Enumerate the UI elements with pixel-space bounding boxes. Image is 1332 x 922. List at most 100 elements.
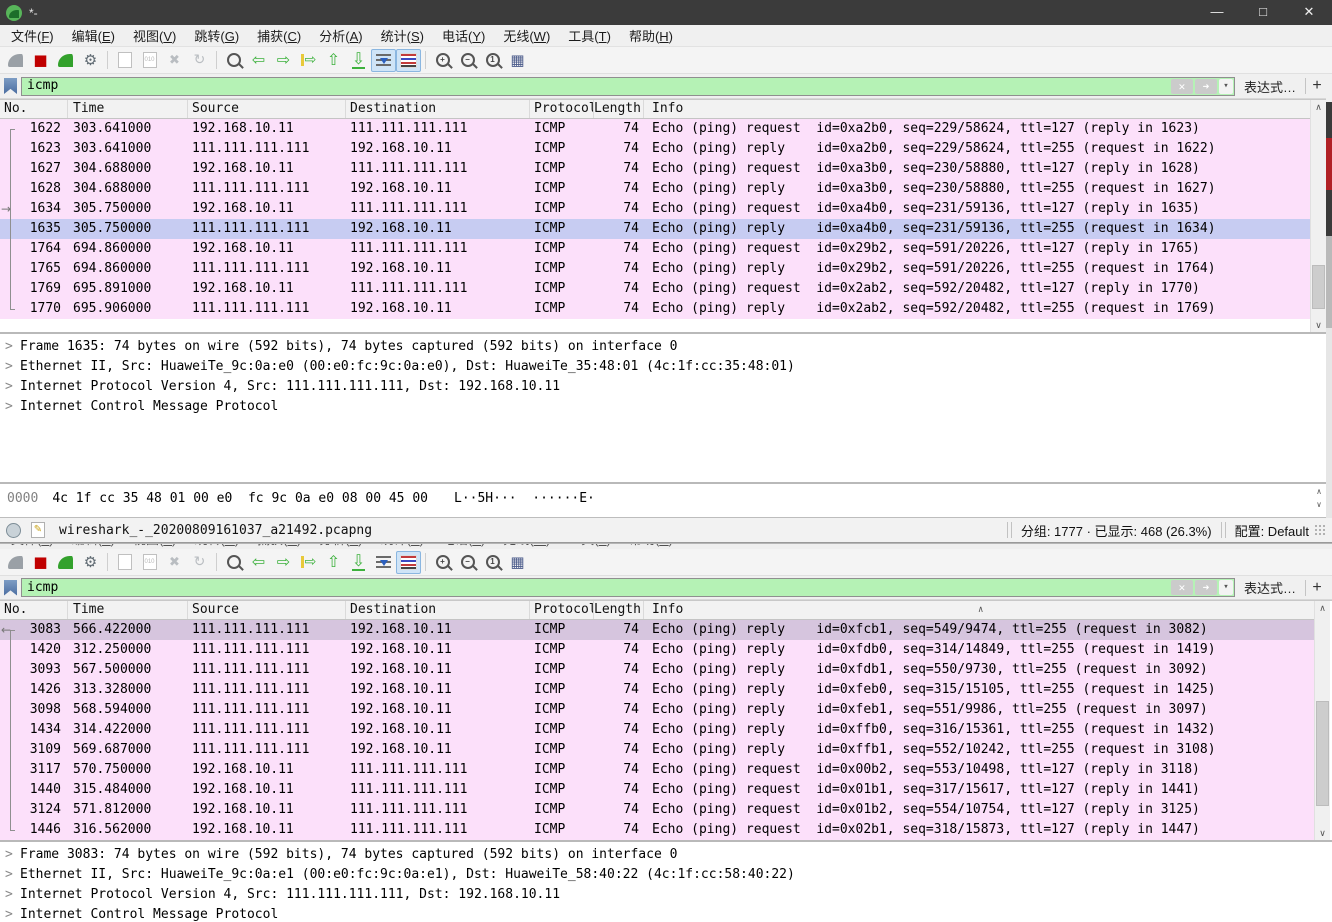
restart-capture-button[interactable] bbox=[53, 551, 78, 574]
packet-row[interactable]: 1627 304.688000 192.168.10.11 111.111.111.1… bbox=[0, 159, 1311, 179]
detail-row[interactable]: > Internet Control Message Protocol bbox=[0, 905, 1332, 922]
go-to-packet-button[interactable]: ⇨ bbox=[296, 49, 321, 72]
capture-status-icon[interactable] bbox=[6, 522, 21, 538]
colorize-button[interactable] bbox=[396, 48, 421, 72]
resize-columns-button[interactable]: ▦ bbox=[505, 551, 530, 574]
last-packet-button[interactable]: ⇩ bbox=[346, 551, 371, 574]
packet-row[interactable]: 1623 303.641000 111.111.111.111 192.168.10.… bbox=[0, 139, 1311, 159]
column-header-length[interactable]: Length bbox=[594, 601, 644, 619]
filter-history-dropdown[interactable]: ▾ bbox=[1218, 580, 1233, 595]
column-header-no[interactable]: No. bbox=[0, 601, 68, 619]
packet-row[interactable]: 1622 303.641000 192.168.10.11 111.111.111.1… bbox=[0, 119, 1311, 139]
packet-row[interactable]: 1635 305.750000 111.111.111.111 192.168.10.… bbox=[0, 219, 1311, 239]
expression-button[interactable]: 表达式… bbox=[1235, 77, 1305, 96]
next-packet-button[interactable]: ⇨ bbox=[271, 49, 296, 72]
find-packet-button[interactable] bbox=[221, 551, 246, 574]
zoom-in-button[interactable]: + bbox=[430, 49, 455, 72]
zoom-reset-button[interactable]: 1 bbox=[480, 49, 505, 72]
expand-arrow-icon[interactable]: > bbox=[5, 845, 20, 865]
hex-scrollbar[interactable]: ∧ ∨ bbox=[1312, 485, 1326, 511]
menu-item-4[interactable]: 捕获(C) bbox=[248, 24, 310, 47]
detail-row[interactable]: > Ethernet II, Src: HuaweiTe_9c:0a:e1 (00… bbox=[0, 865, 1332, 885]
packet-row[interactable]: 1628 304.688000 111.111.111.111 192.168.10.… bbox=[0, 179, 1311, 199]
start-capture-button[interactable] bbox=[3, 551, 28, 574]
close-file-button[interactable]: ✖ bbox=[162, 49, 187, 72]
save-file-button[interactable]: 010 bbox=[137, 551, 162, 574]
auto-scroll-button[interactable] bbox=[371, 551, 396, 574]
packet-row[interactable]: 1634 305.750000 192.168.10.11 111.111.111.1… bbox=[0, 199, 1311, 219]
zoom-out-button[interactable]: − bbox=[455, 551, 480, 574]
packet-row[interactable]: 3098 568.594000 111.111.111.111 192.168.10.… bbox=[0, 700, 1315, 720]
packet-row[interactable]: 1770 695.906000 111.111.111.111 192.168.10.… bbox=[0, 299, 1311, 319]
next-packet-button[interactable]: ⇨ bbox=[271, 551, 296, 574]
menu-item-7[interactable]: 电话(Y) bbox=[433, 24, 494, 47]
detail-row[interactable]: > Frame 1635: 74 bytes on wire (592 bits)… bbox=[0, 337, 1332, 357]
column-header-source[interactable]: Source bbox=[188, 100, 346, 118]
expression-button[interactable]: 表达式… bbox=[1235, 578, 1305, 597]
filter-add-button[interactable]: + bbox=[1306, 579, 1328, 597]
filter-add-button[interactable]: + bbox=[1306, 77, 1328, 95]
previous-packet-button[interactable]: ⇦ bbox=[246, 49, 271, 72]
hex-ascii[interactable]: L··5H··· ······E· bbox=[454, 491, 595, 506]
expand-arrow-icon[interactable]: > bbox=[5, 397, 20, 417]
packet-row[interactable]: 3124 571.812000 192.168.10.11 111.111.111.1… bbox=[0, 800, 1315, 820]
hex-bytes[interactable]: 4c 1f cc 35 48 01 00 e0 fc 9c 0a e0 08 0… bbox=[52, 491, 428, 506]
menu-item-2[interactable]: 视图(V) bbox=[124, 24, 185, 47]
expand-arrow-icon[interactable]: > bbox=[5, 865, 20, 885]
packet-row[interactable]: 1769 695.891000 192.168.10.11 111.111.111.1… bbox=[0, 279, 1311, 299]
maximize-button[interactable]: □ bbox=[1240, 0, 1286, 25]
display-filter-input-2[interactable]: icmp ✕ ➜ ▾ bbox=[21, 578, 1235, 597]
minimize-button[interactable]: — bbox=[1194, 0, 1240, 25]
packet-row[interactable]: 1764 694.860000 192.168.10.11 111.111.111.1… bbox=[0, 239, 1311, 259]
expand-arrow-icon[interactable]: > bbox=[5, 357, 20, 377]
packet-row[interactable]: 3117 570.750000 192.168.10.11 111.111.111.1… bbox=[0, 760, 1315, 780]
open-file-button[interactable] bbox=[112, 551, 137, 574]
zoom-reset-button[interactable]: 1 bbox=[480, 551, 505, 574]
zoom-out-button[interactable]: − bbox=[455, 49, 480, 72]
close-file-button[interactable]: ✖ bbox=[162, 551, 187, 574]
titlebar[interactable]: *- — □ ✕ bbox=[0, 0, 1332, 25]
column-header-time[interactable]: Time bbox=[68, 100, 188, 118]
menu-item-0[interactable]: 文件(F) bbox=[2, 24, 63, 47]
colorize-button[interactable] bbox=[396, 550, 421, 574]
hex-pane[interactable]: 0000 4c 1f cc 35 48 01 00 e0 fc 9c 0a e0 … bbox=[0, 482, 1332, 517]
close-button[interactable]: ✕ bbox=[1286, 0, 1332, 25]
scroll-down-arrow-icon[interactable]: ∨ bbox=[1312, 498, 1326, 511]
column-header-destination[interactable]: Destination bbox=[346, 601, 530, 619]
packet-row[interactable]: 1765 694.860000 111.111.111.111 192.168.10.… bbox=[0, 259, 1311, 279]
column-header-info[interactable]: Info bbox=[644, 100, 1311, 118]
menu-item-9[interactable]: 工具(T) bbox=[559, 24, 620, 47]
filter-apply-button[interactable]: ➜ bbox=[1194, 580, 1217, 595]
reload-button[interactable]: ↻ bbox=[187, 49, 212, 72]
filter-clear-button[interactable]: ✕ bbox=[1170, 580, 1193, 595]
menu-item-10[interactable]: 帮助(H) bbox=[620, 24, 682, 47]
column-header-protocol[interactable]: Protocol bbox=[530, 100, 594, 118]
column-header-length[interactable]: Length bbox=[594, 100, 644, 118]
detail-row[interactable]: > Internet Control Message Protocol bbox=[0, 397, 1332, 417]
go-to-packet-button[interactable]: ⇨ bbox=[296, 551, 321, 574]
packet-row[interactable]: 3093 567.500000 111.111.111.111 192.168.10.… bbox=[0, 660, 1315, 680]
profile-text[interactable]: 配置: Default bbox=[1235, 521, 1309, 540]
auto-scroll-button[interactable] bbox=[371, 48, 396, 72]
start-capture-button[interactable] bbox=[3, 49, 28, 72]
menu-item-3[interactable]: 跳转(G) bbox=[185, 24, 248, 47]
packet-row[interactable]: 1440 315.484000 192.168.10.11 111.111.111.1… bbox=[0, 780, 1315, 800]
stop-capture-button[interactable]: ■ bbox=[28, 551, 53, 574]
detail-row[interactable]: > Internet Protocol Version 4, Src: 111.1… bbox=[0, 885, 1332, 905]
filter-apply-button[interactable]: ➜ bbox=[1194, 78, 1217, 94]
first-packet-button[interactable]: ⇧ bbox=[321, 551, 346, 574]
menu-item-1[interactable]: 编辑(E) bbox=[63, 24, 124, 47]
first-packet-button[interactable]: ⇧ bbox=[321, 49, 346, 72]
packet-row[interactable]: 1446 316.562000 192.168.10.11 111.111.111.1… bbox=[0, 820, 1315, 840]
column-header-time[interactable]: Time bbox=[68, 601, 188, 619]
detail-row[interactable]: > Internet Protocol Version 4, Src: 111.1… bbox=[0, 377, 1332, 397]
stop-capture-button[interactable]: ■ bbox=[28, 49, 53, 72]
expand-arrow-icon[interactable]: > bbox=[5, 905, 20, 922]
filter-bookmark-icon[interactable] bbox=[4, 579, 17, 596]
menu-item-6[interactable]: 统计(S) bbox=[372, 24, 433, 47]
previous-packet-button[interactable]: ⇦ bbox=[246, 551, 271, 574]
capture-options-button[interactable]: ⚙ bbox=[78, 551, 103, 574]
packet-row[interactable]: 3109 569.687000 111.111.111.111 192.168.10.… bbox=[0, 740, 1315, 760]
resize-columns-button[interactable]: ▦ bbox=[505, 49, 530, 72]
last-packet-button[interactable]: ⇩ bbox=[346, 49, 371, 72]
